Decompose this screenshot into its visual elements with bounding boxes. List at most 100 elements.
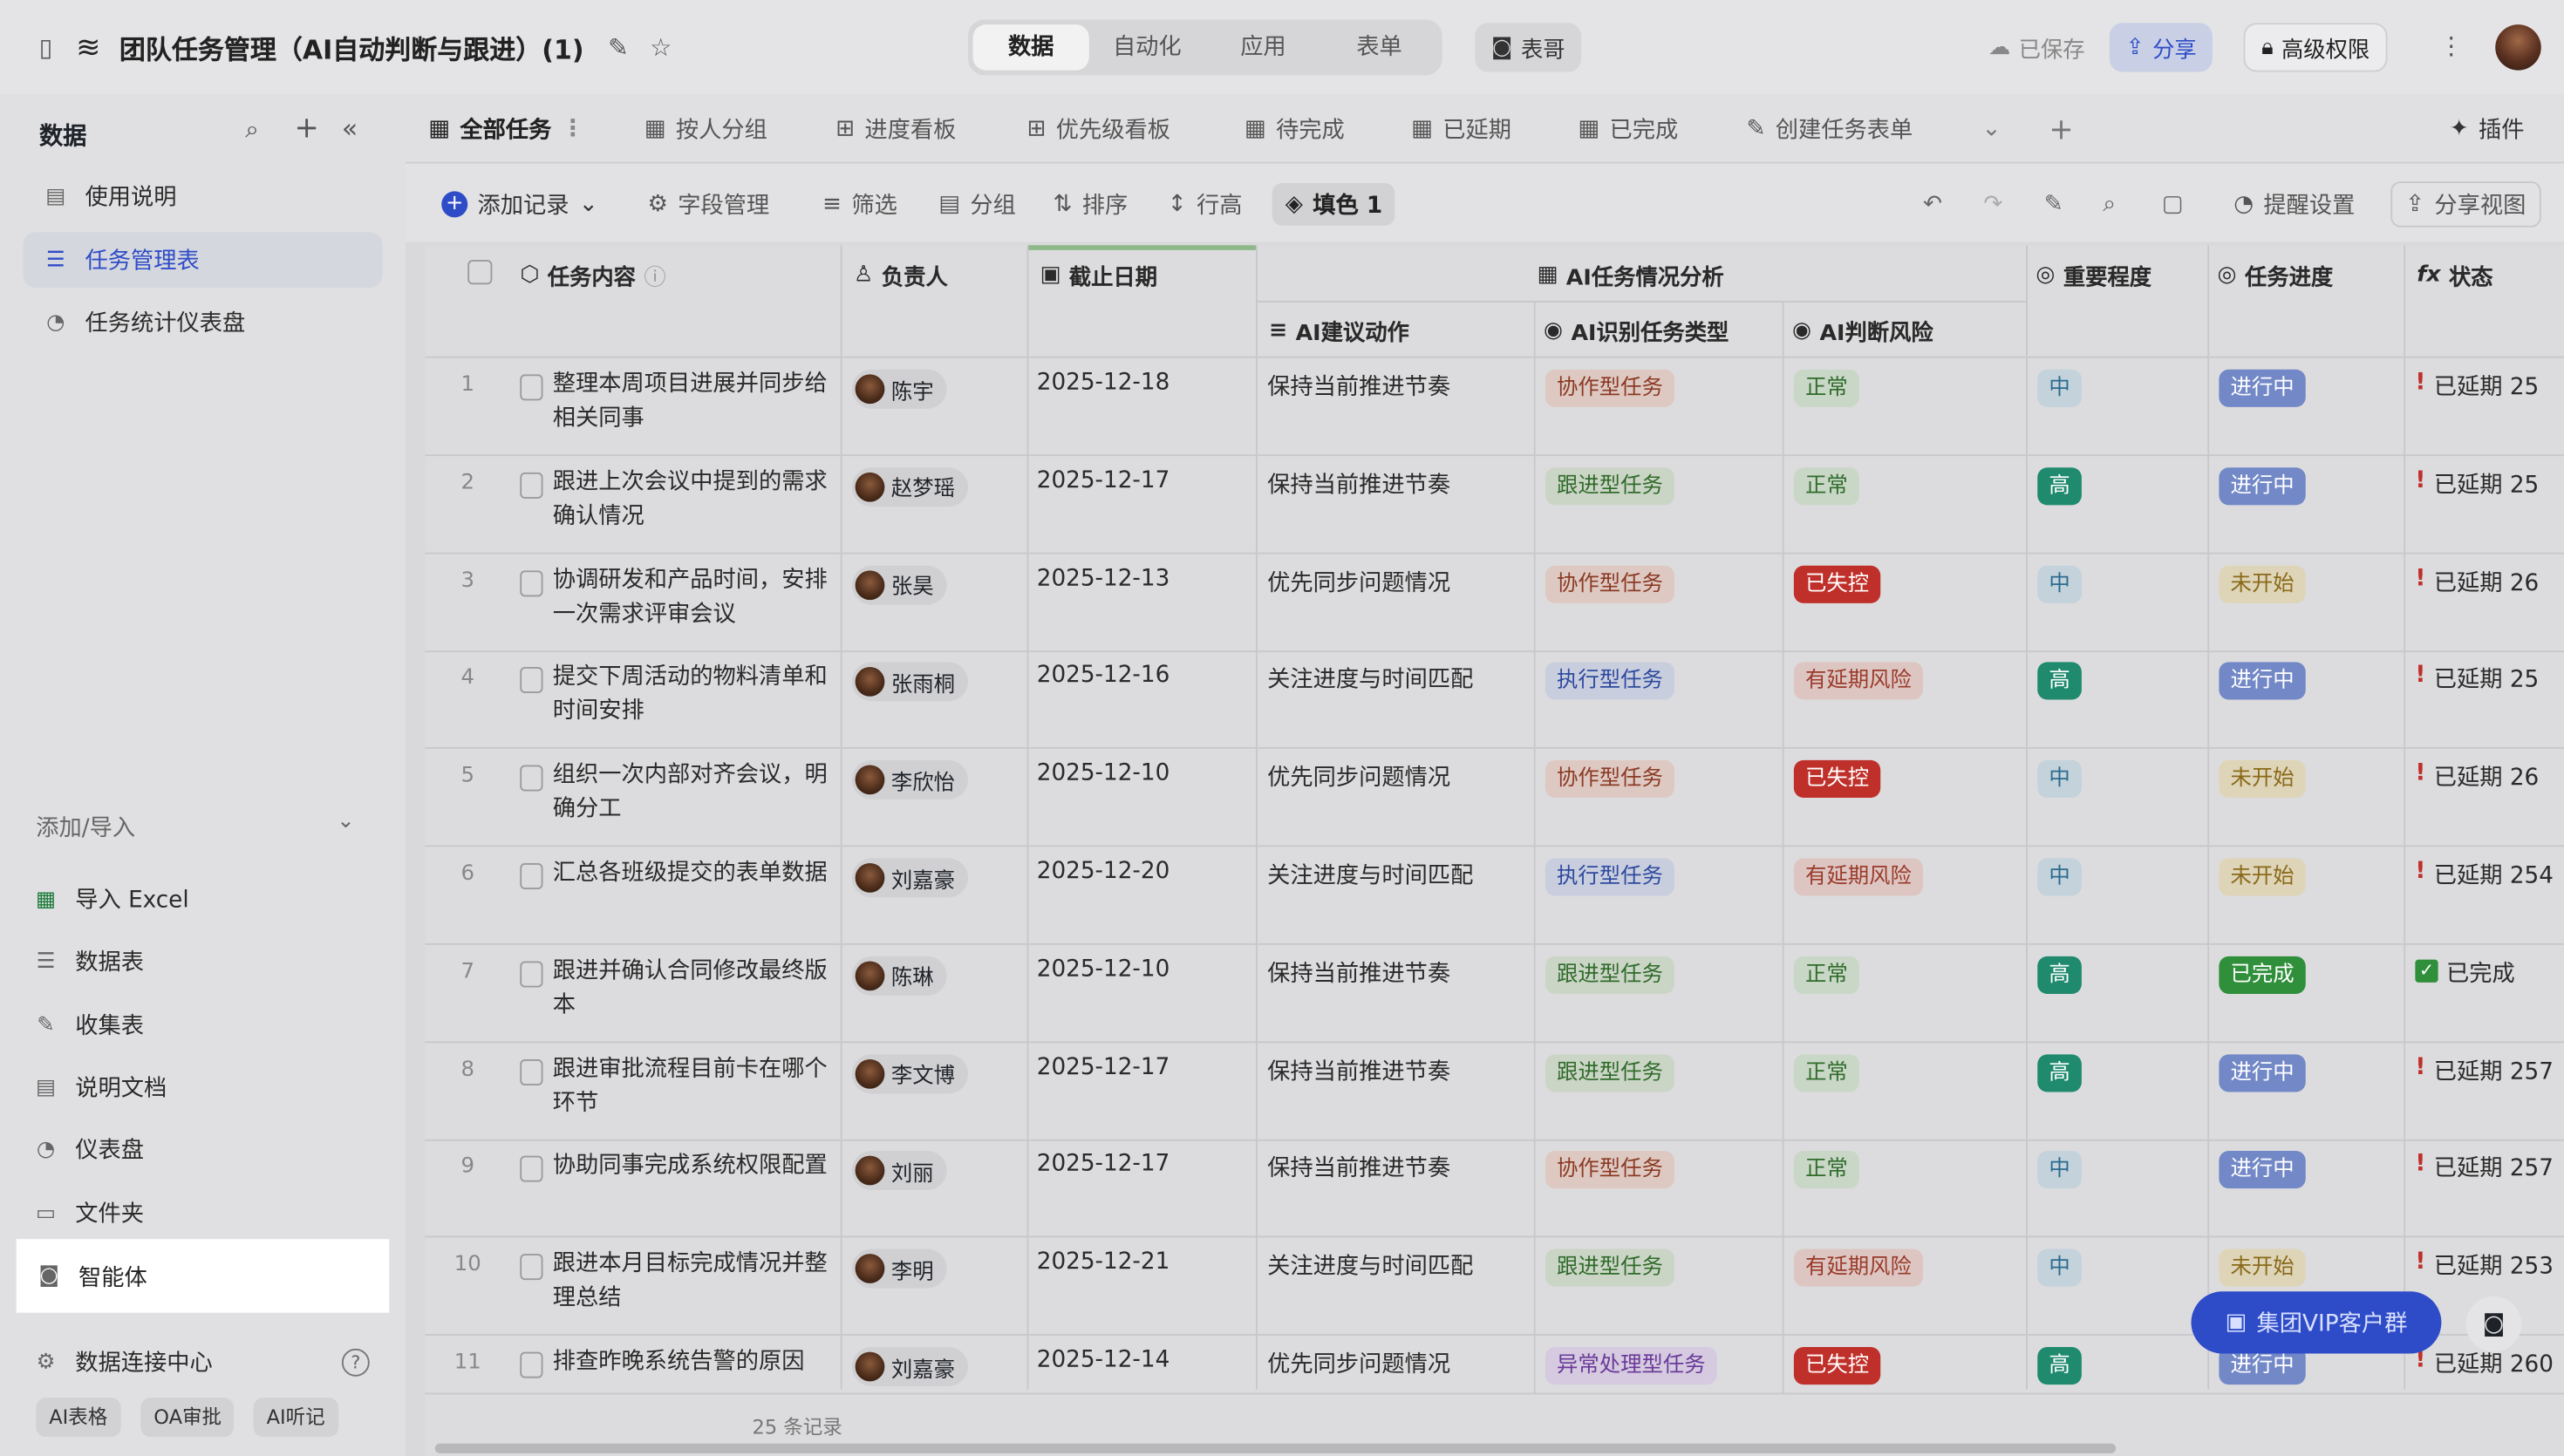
col-ai-type[interactable]: ◉ AI识别任务类型 [1544,314,1729,347]
ai-action[interactable]: 关注进度与时间匹配 [1267,1249,1473,1283]
table-row[interactable]: 5 组织一次内部对齐会议，明确分工 李欣怡 2025-12-10 优先同步问题情况 协作型… [425,749,2564,847]
due-date[interactable]: 2025-12-21 [1037,1249,1170,1276]
data-connect-center[interactable]: ⚙ 数据连接中心 [13,1334,373,1390]
table-row[interactable]: 7 跟进并确认合同修改最终版本 陈琳 2025-12-10 保持当前推进节奏 跟进型任务 正… [425,944,2564,1043]
ai-type-badge[interactable]: 协作型任务 [1545,1151,1675,1189]
user-avatar[interactable] [2495,24,2541,71]
table-row[interactable]: 3 协调研发和产品时间，安排一次需求评审会议 张昊 2025-12-13 优先同步问题情… [425,554,2564,652]
priority-badge[interactable]: 中 [2037,1151,2082,1189]
col-ai-group[interactable]: ▦ AI任务情况分析 [1538,258,1724,291]
tab-done[interactable]: ▦ 已完成 [1578,95,1678,164]
add-view-icon[interactable]: + [2049,95,2073,164]
ai-action[interactable]: 保持当前推进节奏 [1267,1152,1450,1185]
search-icon[interactable]: ⌕ [245,114,259,144]
ai-risk-badge[interactable]: 有延期风险 [1793,858,1924,896]
owner-chip[interactable]: 陈宇 [851,369,947,409]
due-date[interactable]: 2025-12-17 [1037,467,1170,493]
task-content[interactable]: 排查昨晚系统告警的原因 [553,1345,831,1379]
ai-type-badge[interactable]: 跟进型任务 [1545,466,1675,505]
due-date[interactable]: 2025-12-20 [1037,858,1170,884]
owner-chip[interactable]: 刘嘉豪 [851,1347,969,1386]
task-content[interactable]: 组织一次内部对齐会议，明确分工 [553,759,831,827]
tab-progress-kanban[interactable]: ⊞ 进度看板 [835,95,956,164]
due-date[interactable]: 2025-12-16 [1037,663,1170,689]
ai-type-badge[interactable]: 协作型任务 [1545,564,1675,603]
ai-risk-badge[interactable]: 正常 [1793,1053,1859,1092]
due-date[interactable]: 2025-12-17 [1037,1054,1170,1080]
sort-button[interactable]: ⇅ 排序 [1054,183,1129,226]
ai-risk-badge[interactable]: 有延期风险 [1793,663,1924,701]
ai-risk-badge[interactable]: 有延期风险 [1793,1248,1924,1287]
priority-badge[interactable]: 高 [2037,1347,2082,1385]
task-content[interactable]: 提交下周活动的物料清单和时间安排 [553,661,831,730]
ai-type-badge[interactable]: 异常处理型任务 [1545,1347,1717,1385]
ai-risk-badge[interactable]: 已失控 [1793,1347,1881,1385]
priority-badge[interactable]: 中 [2037,1248,2082,1287]
owner-chip[interactable]: 李文博 [851,1053,969,1093]
row-checkbox[interactable] [520,569,543,596]
row-checkbox[interactable] [520,765,543,792]
more-icon[interactable]: ⋮ [562,116,584,142]
status-cell[interactable]: ! 已延期 25 [2415,663,2539,696]
priority-badge[interactable]: 高 [2037,663,2082,701]
ai-action[interactable]: 保持当前推进节奏 [1267,467,1450,500]
status-cell[interactable]: ! 已延期 260 [2415,1347,2554,1380]
ai-action[interactable]: 优先同步问题情况 [1267,1347,1450,1380]
add-import-label[interactable]: 添加/导入 [36,811,135,844]
nav-data[interactable]: 数据 [972,24,1089,71]
priority-badge[interactable]: 中 [2037,858,2082,896]
create-form[interactable]: ✎ 收集表 [13,997,373,1053]
status-cell[interactable]: ✓ 已完成 [2415,956,2515,989]
due-date[interactable]: 2025-12-13 [1037,565,1170,591]
ai-risk-badge[interactable]: 正常 [1793,369,1859,407]
ai-type-badge[interactable]: 协作型任务 [1545,369,1675,407]
status-cell[interactable]: ! 已延期 257 [2415,1054,2554,1087]
progress-badge[interactable]: 进行中 [2219,663,2306,701]
field-manage-button[interactable]: ⚙ 字段管理 [648,183,770,226]
row-checkbox[interactable] [520,961,543,988]
create-doc[interactable]: ▤ 说明文档 [13,1059,373,1115]
progress-badge[interactable]: 进行中 [2219,466,2306,505]
chevron-down-icon[interactable]: ⌄ [1982,95,2001,164]
owner-chip[interactable]: 张雨桐 [851,663,969,703]
tab-create-form[interactable]: ✎ 创建任务表单 [1747,95,1913,164]
priority-badge[interactable]: 中 [2037,369,2082,407]
col-priority[interactable]: ◎ 重要程度 [2036,258,2151,291]
ai-type-badge[interactable]: 协作型任务 [1545,760,1675,799]
vip-group-button[interactable]: ▣ 集团VIP客户群 [2191,1291,2442,1354]
priority-badge[interactable]: 高 [2037,466,2082,505]
row-height-button[interactable]: ↕ 行高 [1168,183,1243,226]
progress-badge[interactable]: 进行中 [2219,1053,2306,1092]
ai-action[interactable]: 保持当前推进节奏 [1267,956,1450,989]
ai-risk-badge[interactable]: 已失控 [1793,760,1881,799]
table-row[interactable]: 8 跟进审批流程目前卡在哪个环节 李文博 2025-12-17 保持当前推进节奏 跟进型任… [425,1042,2564,1140]
filter-button[interactable]: ≡ 筛选 [822,183,897,226]
ai-type-badge[interactable]: 跟进型任务 [1545,1248,1675,1287]
pin-icon[interactable]: ✎ [597,33,640,63]
progress-badge[interactable]: 已完成 [2219,956,2306,994]
star-icon[interactable]: ☆ [639,33,682,63]
help-icon[interactable]: ? [341,1348,370,1377]
priority-badge[interactable]: 中 [2037,564,2082,603]
row-checkbox[interactable] [520,1254,543,1281]
owner-chip[interactable]: 张昊 [851,564,947,604]
tag-ai-table[interactable]: AI表格 [36,1398,121,1438]
share-view-button[interactable]: ⇪ 分享视图 [2390,181,2541,228]
add-icon[interactable]: + [295,112,319,146]
status-cell[interactable]: ! 已延期 253 [2415,1249,2554,1283]
status-cell[interactable]: ! 已延期 25 [2415,370,2539,403]
task-content[interactable]: 跟进审批流程目前卡在哪个环节 [553,1052,831,1121]
ai-type-badge[interactable]: 执行型任务 [1545,858,1675,896]
sidebar-item-dashboard[interactable]: ◔ 任务统计仪表盘 [23,295,383,350]
col-owner[interactable]: ♙ 负责人 [854,258,948,291]
progress-badge[interactable]: 进行中 [2219,1151,2306,1189]
col-status[interactable]: fx 状态 [2417,258,2492,291]
status-cell[interactable]: ! 已延期 257 [2415,1152,2554,1185]
table-row[interactable]: 6 汇总各班级提交的表单数据 刘嘉豪 2025-12-20 关注进度与时间匹配 执行型任务… [425,847,2564,945]
task-content[interactable]: 协调研发和产品时间，安排一次需求评审会议 [553,563,831,632]
row-checkbox[interactable] [520,1156,543,1183]
table-row[interactable]: 1 整理本周项目进展并同步给相关同事 陈宇 2025-12-18 保持当前推进节奏 协作型… [425,358,2564,457]
sidebar-item-task-table[interactable]: ☰ 任务管理表 [23,232,383,288]
horizontal-scrollbar[interactable] [434,1443,2117,1453]
tag-oa[interactable]: OA审批 [140,1398,235,1438]
